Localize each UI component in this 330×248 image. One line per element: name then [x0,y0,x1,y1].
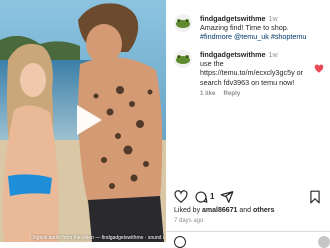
share-icon[interactable] [220,190,234,204]
comment-text: use the https://temu.to/m/ecxcly3gc5y or… [200,59,304,87]
liked-by-text: Liked by amal86671 and others [174,207,274,214]
audio-watermark: Original audio from the video — findgadg… [30,235,164,241]
liked-by-user[interactable]: amal86671 [202,207,237,214]
liked-by-and: and [237,207,254,214]
comment-meta: 1 like Reply [200,90,316,98]
action-bar: 1 [174,190,324,206]
comment-count: 1 [210,192,215,201]
post-date: 7 days ago [174,218,204,224]
liked-heart-icon[interactable] [314,64,324,74]
comment-text: Amazing find! Time to shop. #findmore @t… [200,23,316,41]
reply-button[interactable]: Reply [223,90,240,97]
hashtag-link[interactable]: #findmore [200,32,232,41]
comments-panel: findgadgetswithme 1w Amazing find! Time t… [166,0,330,248]
avatar[interactable] [318,236,330,248]
frog-avatar-icon [176,19,190,28]
comment-like-count[interactable]: 1 like [200,90,215,97]
comment-time: 1w [268,50,278,59]
comment-username[interactable]: findgadgetswithme [200,50,266,59]
comment-time: 1w [268,14,278,23]
play-icon [77,105,102,135]
play-button[interactable] [72,100,106,140]
avatar[interactable] [174,50,192,68]
avatar[interactable] [174,14,192,32]
bookmark-icon[interactable] [308,190,322,204]
liked-by-prefix: Liked by [174,207,203,214]
comment-input-row [174,236,330,248]
comment-username[interactable]: findgadgetswithme [200,14,266,23]
liked-by-others[interactable]: others [253,207,274,214]
comment-text-body: Amazing find! Time to shop. [200,23,289,33]
mention-link[interactable]: @temu_uk [234,32,269,41]
comment-icon[interactable] [194,190,208,204]
heart-icon[interactable] [174,190,188,204]
divider [166,231,330,232]
post-media[interactable]: Original audio from the video — findgadg… [0,0,166,242]
hashtag-link[interactable]: #shoptemu [271,32,307,41]
emoji-icon[interactable] [174,236,186,248]
frog-avatar-icon [176,55,190,64]
